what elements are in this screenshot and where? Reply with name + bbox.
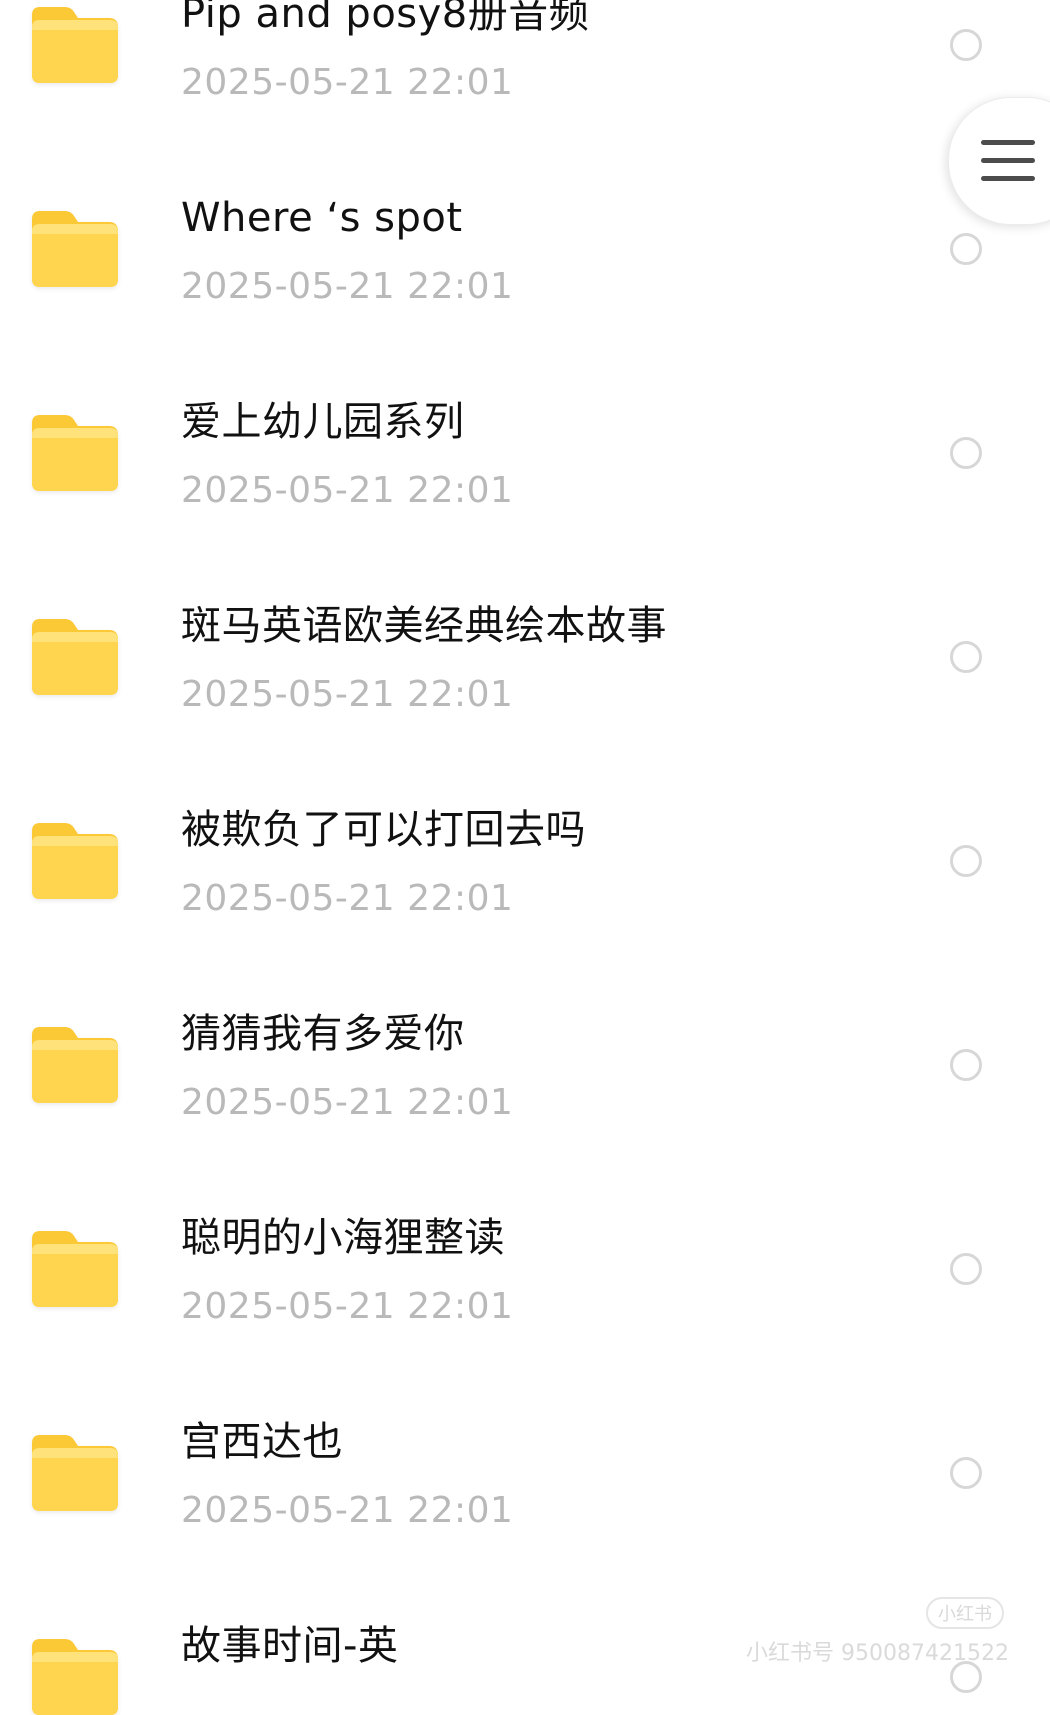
- folder-date: 2025-05-21 22:01: [181, 1286, 514, 1327]
- list-item[interactable]: 被欺负了可以打回去吗 2025-05-21 22:01: [0, 807, 1050, 1020]
- folder-name: Pip and posy8册音频: [181, 0, 590, 37]
- folder-icon: [32, 823, 118, 899]
- folder-name: 爱上幼儿园系列: [181, 399, 465, 445]
- folder-date: 2025-05-21 22:01: [181, 266, 514, 307]
- list-item[interactable]: 斑马英语欧美经典绘本故事 2025-05-21 22:01: [0, 603, 1050, 816]
- select-radio[interactable]: [950, 437, 982, 469]
- menu-icon: [981, 140, 1035, 182]
- list-item[interactable]: 猜猜我有多爱你 2025-05-21 22:01: [0, 1011, 1050, 1224]
- folder-icon: [32, 1435, 118, 1511]
- folder-name: 斑马英语欧美经典绘本故事: [181, 603, 667, 649]
- select-radio[interactable]: [950, 641, 982, 673]
- folder-icon: [32, 7, 118, 83]
- folder-name: 猜猜我有多爱你: [181, 1011, 465, 1057]
- list-item[interactable]: 爱上幼儿园系列 2025-05-21 22:01: [0, 399, 1050, 612]
- folder-date: 2025-05-21 22:01: [181, 1082, 514, 1123]
- folder-date: 2025-05-21 22:01: [181, 470, 514, 511]
- folder-icon: [32, 1231, 118, 1307]
- folder-name: Where ‘s spot: [181, 195, 463, 241]
- folder-icon: [32, 1027, 118, 1103]
- folder-name: 聪明的小海狸整读: [181, 1215, 505, 1261]
- list-item[interactable]: 聪明的小海狸整读 2025-05-21 22:01: [0, 1215, 1050, 1428]
- folder-date: 2025-05-21 22:01: [181, 1490, 514, 1531]
- folder-date: 2025-05-21 22:01: [181, 878, 514, 919]
- folder-icon: [32, 211, 118, 287]
- select-radio[interactable]: [950, 1457, 982, 1489]
- watermark-text: 小红书号 950087421522: [746, 1641, 1009, 1666]
- folder-date: 2025-05-21 22:01: [181, 674, 514, 715]
- file-list: Pip and posy8册音频 2025-05-21 22:01 Where …: [0, 0, 1050, 1715]
- folder-icon: [32, 619, 118, 695]
- select-radio[interactable]: [950, 1253, 982, 1285]
- folder-name: 被欺负了可以打回去吗: [181, 807, 586, 853]
- folder-name: 故事时间-英: [181, 1623, 399, 1669]
- select-radio[interactable]: [950, 1049, 982, 1081]
- list-item[interactable]: Pip and posy8册音频 2025-05-21 22:01: [0, 0, 1050, 204]
- select-radio[interactable]: [950, 233, 982, 265]
- folder-name: 宫西达也: [181, 1419, 343, 1465]
- select-radio[interactable]: [950, 845, 982, 877]
- list-item[interactable]: Where ‘s spot 2025-05-21 22:01: [0, 195, 1050, 408]
- folder-icon: [32, 1639, 118, 1715]
- list-item[interactable]: 宫西达也 2025-05-21 22:01: [0, 1419, 1050, 1632]
- select-radio[interactable]: [950, 29, 982, 61]
- folder-icon: [32, 415, 118, 491]
- folder-date: 2025-05-21 22:01: [181, 62, 514, 103]
- watermark-logo: 小红书: [926, 1597, 1004, 1629]
